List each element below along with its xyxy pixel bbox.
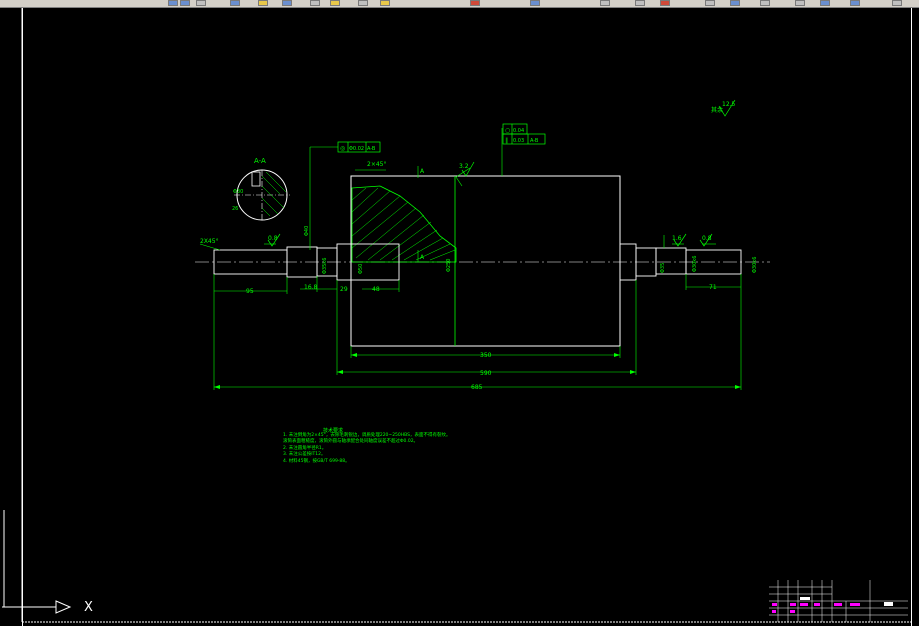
dim-section-key: 26 (232, 206, 238, 212)
title-block-mark-white-2 (884, 602, 893, 606)
roughness-left-journal: 0.8 (268, 235, 278, 242)
dim-29: 29 (340, 286, 348, 293)
tolerance-top-2-datum: A-B (530, 138, 539, 144)
dim-71: 71 (709, 284, 717, 291)
dim-685: 685 (471, 384, 483, 391)
tolerance-top-1-value: 0.04 (513, 128, 524, 134)
title-block-grid (769, 580, 908, 622)
note-line-5: 4. 材料45钢，按GB/T 699-88。 (283, 459, 350, 464)
tolerance-top-2-value: 0.03 (513, 138, 524, 144)
section-view (234, 169, 290, 221)
roughness-corner-label: 12.5 (722, 101, 736, 108)
roller-body (350, 175, 621, 347)
dim-left-shaft: Φ35k6 (322, 258, 328, 274)
tolerance-left-value: Φ0.02 (349, 146, 364, 152)
dim-590: 590 (480, 370, 492, 377)
dim-right-mid: Φ35 (660, 263, 666, 273)
chamfer-roller-label: 2×45° (367, 161, 386, 168)
dim-left-mid: Φ40 (304, 226, 310, 236)
dim-350: 350 (480, 352, 492, 359)
dim-roller-dia: Φ250 (446, 259, 452, 272)
tolerance-top-1-symbol: ○ (505, 127, 510, 134)
dim-48: 48 (372, 286, 380, 293)
section-marker-bottom: A (420, 254, 425, 261)
note-line-3: 2. 未注圆角半径R1。 (283, 446, 327, 451)
roughness-symbols (267, 99, 736, 247)
section-marker-top: A (420, 168, 425, 175)
dim-section-dia: Φ30 (233, 189, 243, 195)
ucs-x-label: X (84, 600, 93, 615)
dim-right-end: Φ30k6 (752, 257, 758, 273)
section-label: A-A (254, 157, 266, 165)
dim-left-flange: Φ50 (358, 264, 364, 274)
chamfer-left-label: 2X45° (200, 238, 219, 245)
cad-canvas[interactable]: A-A Φ30 26 ◎ Φ0.02 A-B ○ 0.04 ∥ 0.03 A-B… (0, 0, 919, 626)
roughness-top-label: 3.2 (459, 163, 469, 170)
dim-right-journal: Φ30k6 (692, 256, 698, 272)
roughness-right-journal: 0.8 (702, 235, 712, 242)
dim-95: 95 (246, 288, 254, 295)
tolerance-left-datum: A-B (367, 146, 376, 152)
tolerance-top-2-symbol: ∥ (505, 137, 508, 144)
dimension-lines (199, 128, 742, 390)
note-line-2: 滚筒表面粗糙度，滚筒外圆与轴承配合处同轴度误差不超过Φ0.02。 (283, 439, 419, 444)
title-block-mark-white (800, 597, 810, 600)
dim-16-8: 16.8 (304, 284, 318, 291)
note-line-4: 3. 未注公差按IT12。 (283, 452, 326, 457)
ucs-icon (2, 510, 72, 614)
note-line-1: 1. 未注倒角为2×45°，去除毛刺锐边，调质处理220~250HBS，表面不得… (283, 433, 451, 438)
tolerance-left-symbol: ◎ (340, 145, 345, 152)
roughness-right-mid: 1.6 (672, 235, 682, 242)
